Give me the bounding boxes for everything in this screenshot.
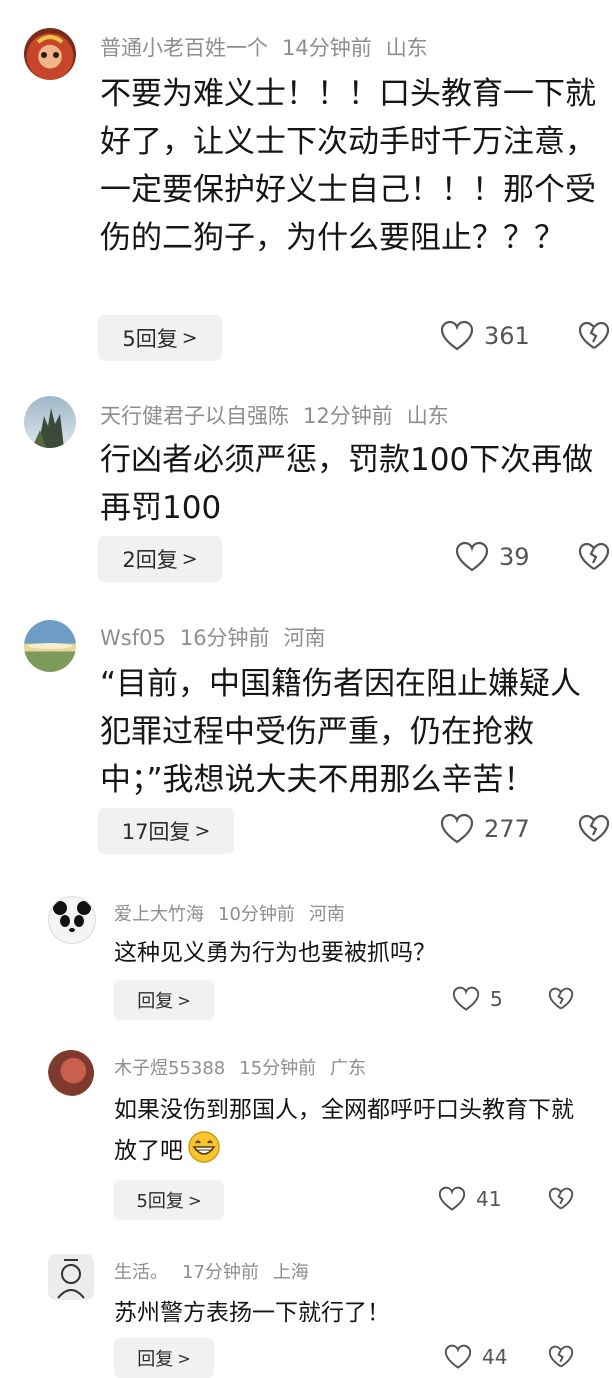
user-avatar[interactable] <box>48 896 96 944</box>
comment-meta: 天行健君子以自强陈 12分钟前 山东 <box>100 400 463 430</box>
reply-label: 5回复 <box>136 1191 184 1212</box>
like-count: 277 <box>484 815 530 843</box>
comment-meta: 爱上大竹海 10分钟前 河南 <box>114 900 359 926</box>
dislike-button[interactable] <box>578 321 610 355</box>
comment-location: 广东 <box>330 1058 367 1079</box>
reply-label: 2回复 <box>122 548 178 572</box>
comment-meta: 木子煜55388 15分钟前 广东 <box>114 1054 380 1080</box>
heart-outline-icon <box>440 320 474 351</box>
like-count: 361 <box>484 322 530 350</box>
user-avatar[interactable] <box>24 28 76 80</box>
comment-time: 17分钟前 <box>182 1262 259 1283</box>
username[interactable]: 生活。 <box>114 1262 168 1283</box>
username[interactable]: 天行健君子以自强陈 <box>100 404 289 428</box>
broken-heart-icon <box>578 321 610 349</box>
user-avatar[interactable] <box>24 620 76 672</box>
comment-text: 如果没伤到那国人，全网都呼吁口头教育下就放了吧 <box>114 1090 574 1177</box>
username[interactable]: 爱上大竹海 <box>114 904 204 925</box>
chevron-right-icon: > <box>181 548 198 570</box>
dislike-button[interactable] <box>548 987 574 1015</box>
dislike-button[interactable] <box>548 1345 574 1373</box>
comment-meta: 生活。 17分钟前 上海 <box>114 1258 323 1284</box>
comment-location: 山东 <box>406 404 449 428</box>
reply-button[interactable]: 5回复 > <box>98 315 222 361</box>
user-avatar[interactable] <box>48 1050 94 1096</box>
reply-button[interactable]: 5回复 > <box>114 1180 224 1220</box>
dislike-button[interactable] <box>548 1187 574 1215</box>
username[interactable]: 普通小老百姓一个 <box>100 36 268 60</box>
comment-text: 苏州警方表扬一下就行了！ <box>114 1300 390 1326</box>
heart-outline-icon <box>455 541 489 572</box>
reply-button[interactable]: 2回复 > <box>98 536 222 582</box>
like-button[interactable]: 44 <box>444 1344 507 1370</box>
like-count: 44 <box>482 1345 508 1369</box>
reply-label: 回复 <box>137 1349 174 1370</box>
broken-heart-icon <box>548 1345 574 1368</box>
comment-item: 生活。 17分钟前 上海 苏州警方表扬一下就行了！ 回复 > 44 <box>0 1224 612 1378</box>
like-count: 5 <box>490 987 503 1011</box>
reply-button[interactable]: 回复 > <box>114 980 214 1020</box>
like-count: 39 <box>499 543 530 571</box>
grinning-face-emoji-icon <box>187 1130 221 1177</box>
like-button[interactable]: 39 <box>455 541 530 573</box>
comment-location: 山东 <box>385 36 428 60</box>
heart-outline-icon <box>444 1344 472 1369</box>
broken-heart-icon <box>548 1187 574 1210</box>
heart-outline-icon <box>452 986 480 1011</box>
username[interactable]: 木子煜55388 <box>114 1058 225 1079</box>
reply-label: 回复 <box>137 991 174 1012</box>
comment-time: 12分钟前 <box>303 404 393 428</box>
comment-meta: Wsf05 16分钟前 河南 <box>100 622 340 652</box>
reply-button[interactable]: 回复 > <box>114 1338 214 1378</box>
username[interactable]: Wsf05 <box>100 626 166 650</box>
user-avatar[interactable] <box>48 1254 94 1300</box>
comment-list-top: 普通小老百姓一个 14分钟前 山东 不要为难义士！！！口头教育一下就好了，让义士下次… <box>0 0 612 860</box>
like-button[interactable]: 361 <box>440 320 530 352</box>
dislike-button[interactable] <box>578 814 610 848</box>
comment-text: 行凶者必须严惩，罚款100下次再做再罚100 <box>100 442 594 526</box>
comment-text: 这种见义勇为行为也要被抓吗？ <box>114 940 436 966</box>
comment-meta: 普通小老百姓一个 14分钟前 山东 <box>100 32 442 62</box>
comment-list-bottom: 爱上大竹海 10分钟前 河南 这种见义勇为行为也要被抓吗？ 回复 > 5 木子煜553… <box>0 872 612 1378</box>
broken-heart-icon <box>578 542 610 570</box>
broken-heart-icon <box>578 814 610 842</box>
comment-time: 16分钟前 <box>179 626 270 650</box>
like-button[interactable]: 5 <box>452 986 503 1012</box>
comment-item: Wsf05 16分钟前 河南 “目前，中国籍伤者因在阻止嫌疑人犯罪过程中受伤严重，仍… <box>0 600 612 860</box>
comment-time: 15分钟前 <box>239 1058 317 1079</box>
screenshot-seam <box>0 860 612 872</box>
comment-item: 天行健君子以自强陈 12分钟前 山东 行凶者必须严惩，罚款100下次再做再罚100 … <box>0 370 612 600</box>
dislike-button[interactable] <box>578 542 610 576</box>
chevron-right-icon: > <box>177 1348 191 1368</box>
comment-item: 木子煜55388 15分钟前 广东 如果没伤到那国人，全网都呼吁口头教育下就放了吧 … <box>0 1024 612 1224</box>
heart-outline-icon <box>438 1186 466 1211</box>
chevron-right-icon: > <box>177 990 191 1010</box>
reply-label: 17回复 <box>121 820 191 844</box>
chevron-right-icon: > <box>194 820 211 842</box>
comment-item: 爱上大竹海 10分钟前 河南 这种见义勇为行为也要被抓吗？ 回复 > 5 <box>0 872 612 1024</box>
chevron-right-icon: > <box>187 1190 202 1210</box>
comment-item: 普通小老百姓一个 14分钟前 山东 不要为难义士！！！口头教育一下就好了，让义士下次… <box>0 0 612 370</box>
comment-location: 河南 <box>308 904 345 925</box>
broken-heart-icon <box>548 987 574 1010</box>
comment-text-content: 如果没伤到那国人，全网都呼吁口头教育下就放了吧 <box>114 1097 574 1164</box>
comment-time: 14分钟前 <box>282 36 372 60</box>
comment-text: “目前，中国籍伤者因在阻止嫌疑人犯罪过程中受伤严重，仍在抢救中；”我想说大夫不用… <box>100 666 582 798</box>
like-count: 41 <box>476 1187 502 1211</box>
chevron-right-icon: > <box>181 327 198 349</box>
comment-location: 上海 <box>272 1262 309 1283</box>
reply-button[interactable]: 17回复 > <box>98 808 234 854</box>
user-avatar[interactable] <box>24 396 76 448</box>
comment-location: 河南 <box>283 626 326 650</box>
comment-time: 10分钟前 <box>218 904 295 925</box>
reply-label: 5回复 <box>122 327 178 351</box>
heart-outline-icon <box>440 813 474 844</box>
comment-text: 不要为难义士！！！口头教育一下就好了，让义士下次动手时千万注意，一定要保护好义士… <box>100 76 596 256</box>
like-button[interactable]: 277 <box>440 813 530 845</box>
like-button[interactable]: 41 <box>438 1186 501 1212</box>
